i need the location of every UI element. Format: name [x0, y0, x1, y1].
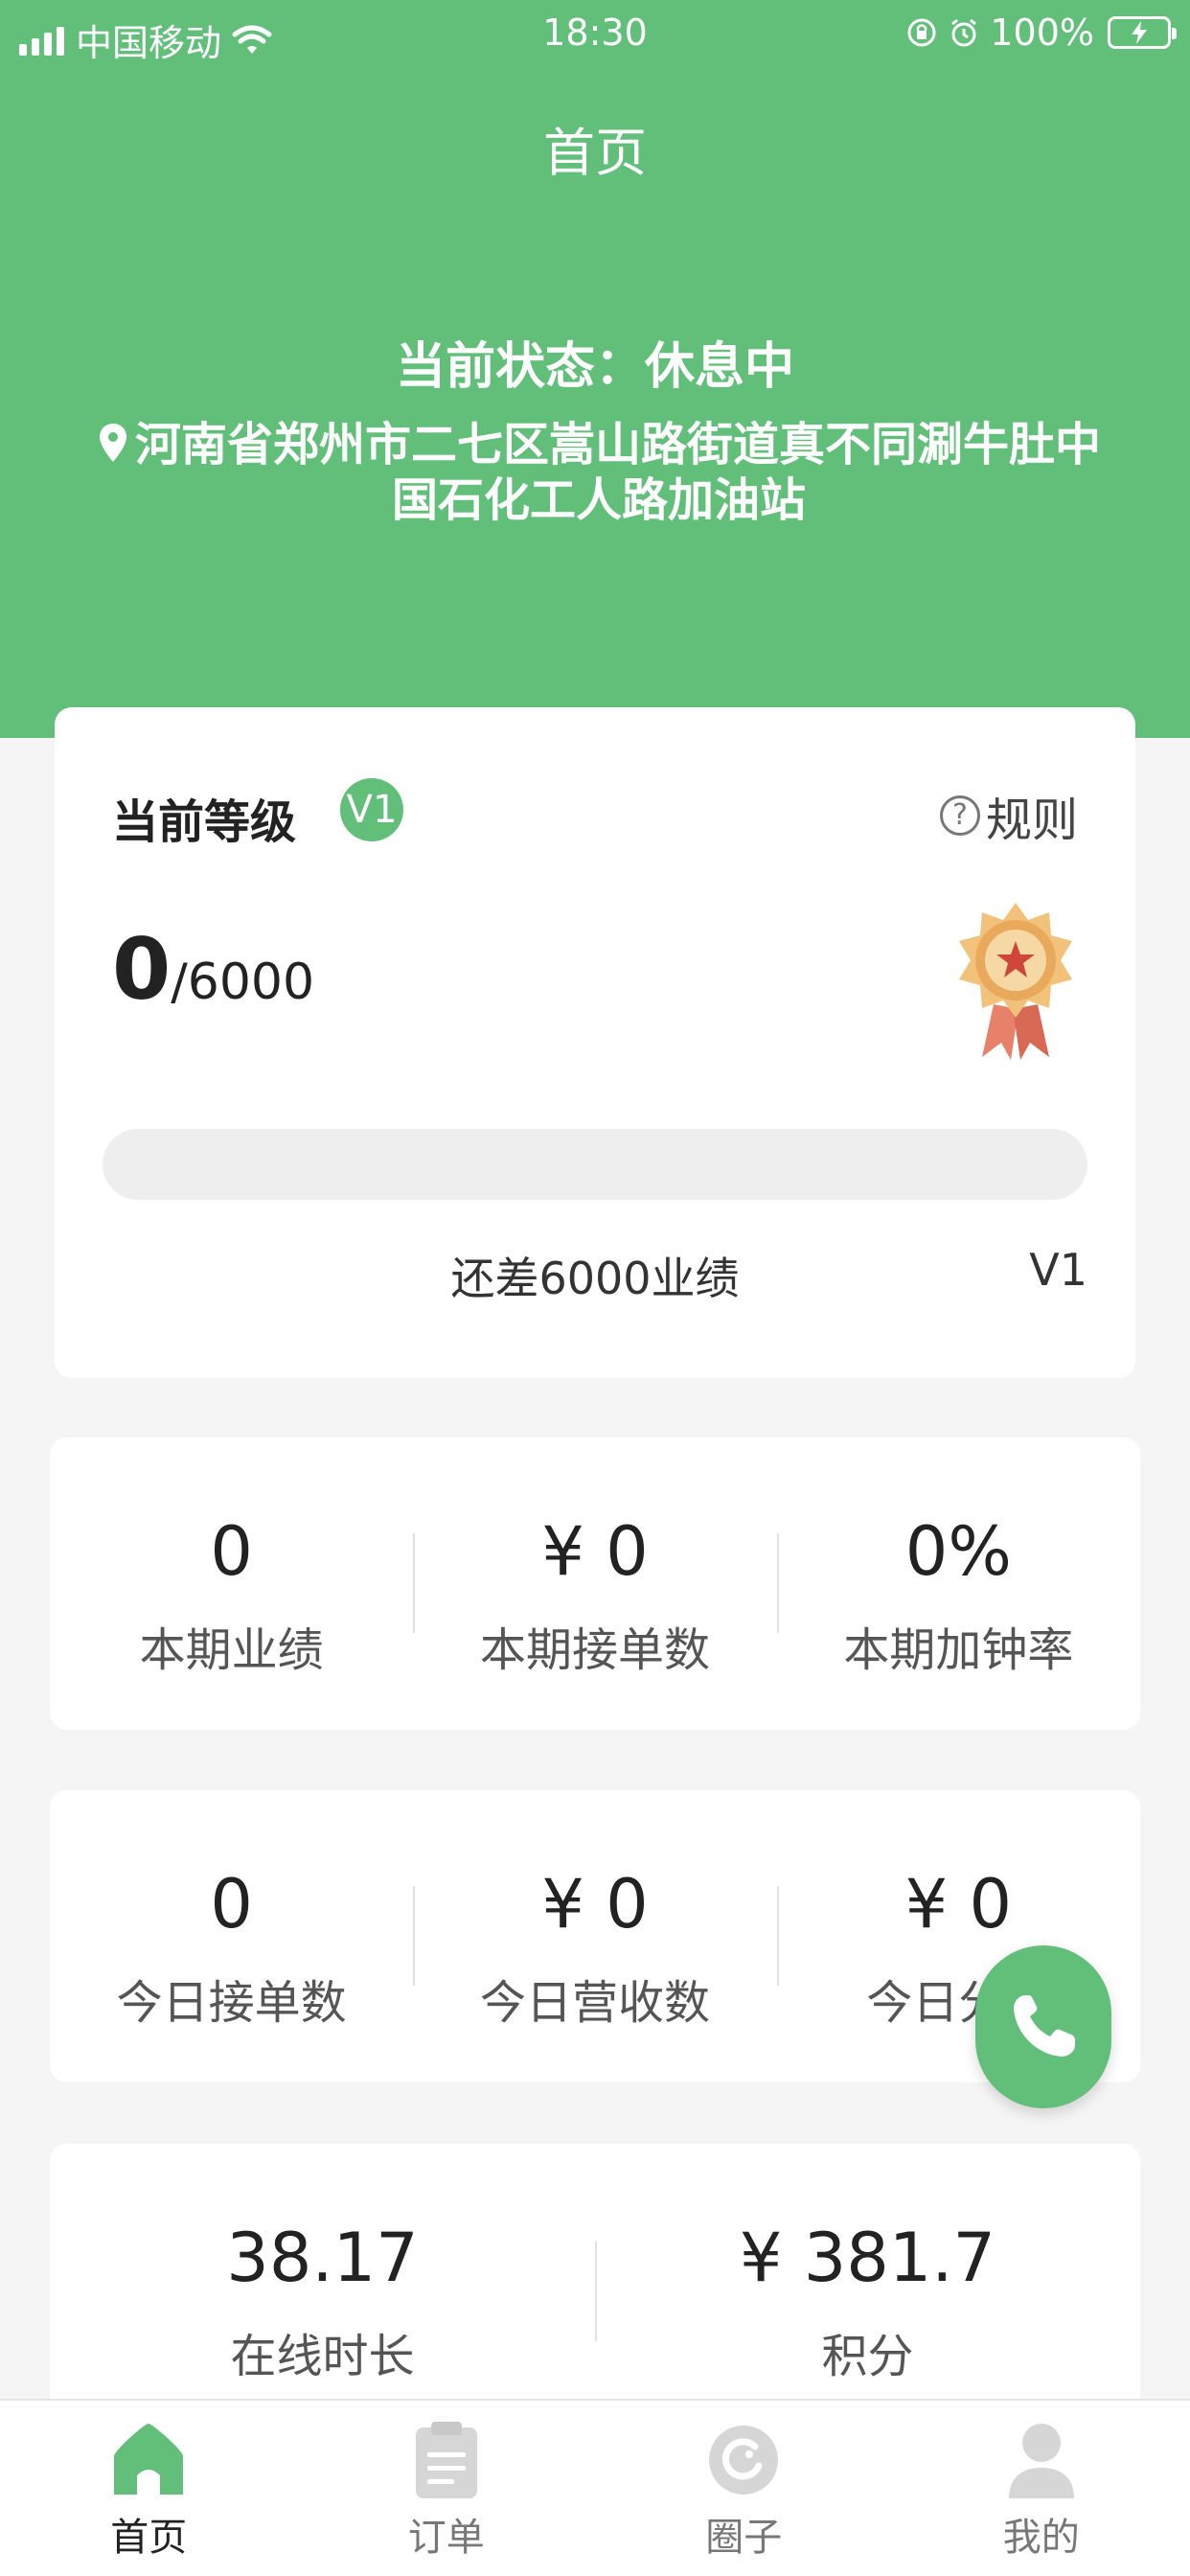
bottom-tab-bar: 首页 订单 圈子 我的 [0, 2399, 1190, 2576]
stat-label: 本期加钟率 [843, 1623, 1074, 1677]
performance-current: 0 [112, 920, 172, 1019]
performance-target: /6000 [171, 954, 315, 1011]
header: 中国移动 18:30 100% 首页 当前状态：休息中 河南省郑州市二七区嵩山路… [0, 0, 1190, 738]
circle-icon [709, 2426, 779, 2495]
tab-orders[interactable]: 订单 [298, 2401, 596, 2576]
stat-value: ¥ 0 [541, 1512, 649, 1591]
stat-value: 38.17 [226, 2219, 419, 2297]
stat-label: 本期业绩 [139, 1623, 324, 1677]
stat-label: 积分 [821, 2330, 914, 2383]
medal-icon [959, 903, 1072, 1060]
next-level-label: V1 [1029, 1244, 1087, 1296]
profile-icon [1008, 2424, 1074, 2498]
rules-link[interactable]: ? 规则 [939, 782, 1078, 849]
stat-value: 0 [210, 1512, 253, 1591]
stat-value: 0% [904, 1512, 1012, 1591]
tab-circle[interactable]: 圈子 [595, 2401, 893, 2576]
level-progress-bar [103, 1129, 1087, 1200]
address-text: 河南省郑州市二七区嵩山路街道真不同涮牛肚中国石化工人路加油站 [134, 418, 1101, 527]
stat-today-orders[interactable]: 0 今日接单数 [50, 1790, 413, 2082]
stat-label: 在线时长 [230, 2330, 415, 2383]
help-icon: ? [939, 795, 980, 836]
stat-period-overtime-rate[interactable]: 0% 本期加钟率 [776, 1438, 1140, 1730]
rules-label: 规则 [985, 794, 1078, 847]
order-icon [415, 2422, 477, 2498]
stat-points[interactable]: ¥ 381.7 积分 [595, 2144, 1140, 2431]
online-stats-card: 38.17 在线时长 ¥ 381.7 积分 [50, 2144, 1140, 2431]
location-address: 河南省郑州市二七区嵩山路街道真不同涮牛肚中国石化工人路加油站 [81, 417, 1116, 528]
stat-label: 本期接单数 [479, 1623, 710, 1677]
tab-label: 圈子 [705, 2516, 783, 2560]
stat-label: 今日接单数 [116, 1976, 347, 2030]
tab-profile[interactable]: 我的 [893, 2401, 1190, 2576]
battery-percent: 100% [990, 12, 1094, 54]
level-badge: V1 [340, 778, 403, 841]
alarm-icon [951, 18, 977, 47]
battery-icon [1108, 16, 1177, 49]
stat-value: ¥ 381.7 [739, 2219, 996, 2297]
performance-progress: 0/6000 [112, 920, 314, 1019]
status-bar: 中国移动 18:30 100% [0, 0, 1190, 77]
orientation-lock-icon [907, 18, 936, 47]
stat-value: 0 [210, 1865, 253, 1944]
level-label: 当前等级 [112, 795, 297, 849]
stat-label: 今日营收数 [479, 1976, 710, 2030]
stat-period-performance[interactable]: 0 本期业绩 [50, 1438, 413, 1730]
stat-value: ¥ 0 [904, 1865, 1012, 1944]
location-pin-icon [99, 424, 126, 462]
work-status: 当前状态：休息中 [395, 338, 794, 396]
stat-online-duration[interactable]: 38.17 在线时长 [50, 2144, 595, 2431]
home-icon [114, 2424, 184, 2495]
level-card: 当前等级 V1 ? 规则 0/6000 还差6000业绩 V1 [55, 707, 1135, 1378]
phone-icon [1014, 1995, 1075, 2057]
stat-value: ¥ 0 [541, 1865, 649, 1944]
stat-period-orders[interactable]: ¥ 0 本期接单数 [413, 1438, 776, 1730]
tab-label: 首页 [110, 2516, 188, 2560]
page-title: 首页 [543, 123, 647, 183]
stat-today-revenue[interactable]: ¥ 0 今日营收数 [413, 1790, 776, 2082]
tab-home[interactable]: 首页 [0, 2401, 298, 2576]
call-button[interactable] [975, 1945, 1111, 2108]
period-stats-card: 0 本期业绩 ¥ 0 本期接单数 0% 本期加钟率 [50, 1438, 1140, 1730]
tab-label: 订单 [407, 2516, 485, 2560]
tab-label: 我的 [1002, 2516, 1080, 2560]
remaining-performance: 还差6000业绩 [450, 1253, 740, 1304]
